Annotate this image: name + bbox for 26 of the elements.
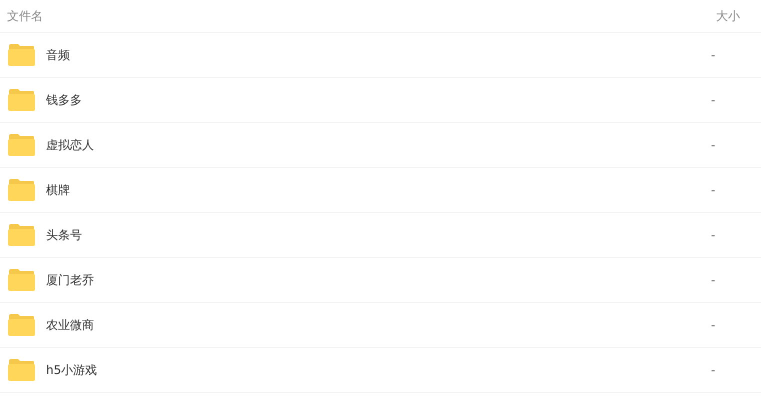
folder-icon (8, 269, 35, 291)
file-name[interactable]: 虚拟恋人 (46, 136, 94, 154)
file-size: - (710, 273, 716, 287)
file-name[interactable]: 农业微商 (46, 316, 94, 334)
file-size: - (710, 138, 716, 152)
folder-icon (8, 134, 35, 156)
column-header[interactable]: 文件名 (0, 8, 716, 24)
file-name[interactable]: 钱多多 (46, 92, 82, 108)
folder-icon (8, 89, 35, 111)
file-name[interactable]: 头条号 (46, 226, 82, 244)
file-size: - (710, 93, 716, 107)
folder-icon (8, 314, 35, 336)
file-size: - (710, 228, 716, 242)
folder-icon (8, 359, 35, 381)
folder-icon (8, 179, 35, 201)
file-name[interactable]: 棋牌 (46, 182, 70, 198)
file-name[interactable]: 音频 (46, 46, 70, 64)
folder-icon (8, 44, 35, 66)
file-size: - (710, 318, 716, 332)
file-size: - (710, 48, 716, 62)
column-header[interactable]: 大小 (716, 8, 761, 24)
file-size: - (710, 363, 716, 377)
file-name[interactable]: 厦门老乔 (46, 272, 94, 288)
file-name[interactable]: h5小游戏 (46, 362, 98, 378)
folder-icon (8, 224, 35, 246)
file-size: - (710, 183, 716, 197)
